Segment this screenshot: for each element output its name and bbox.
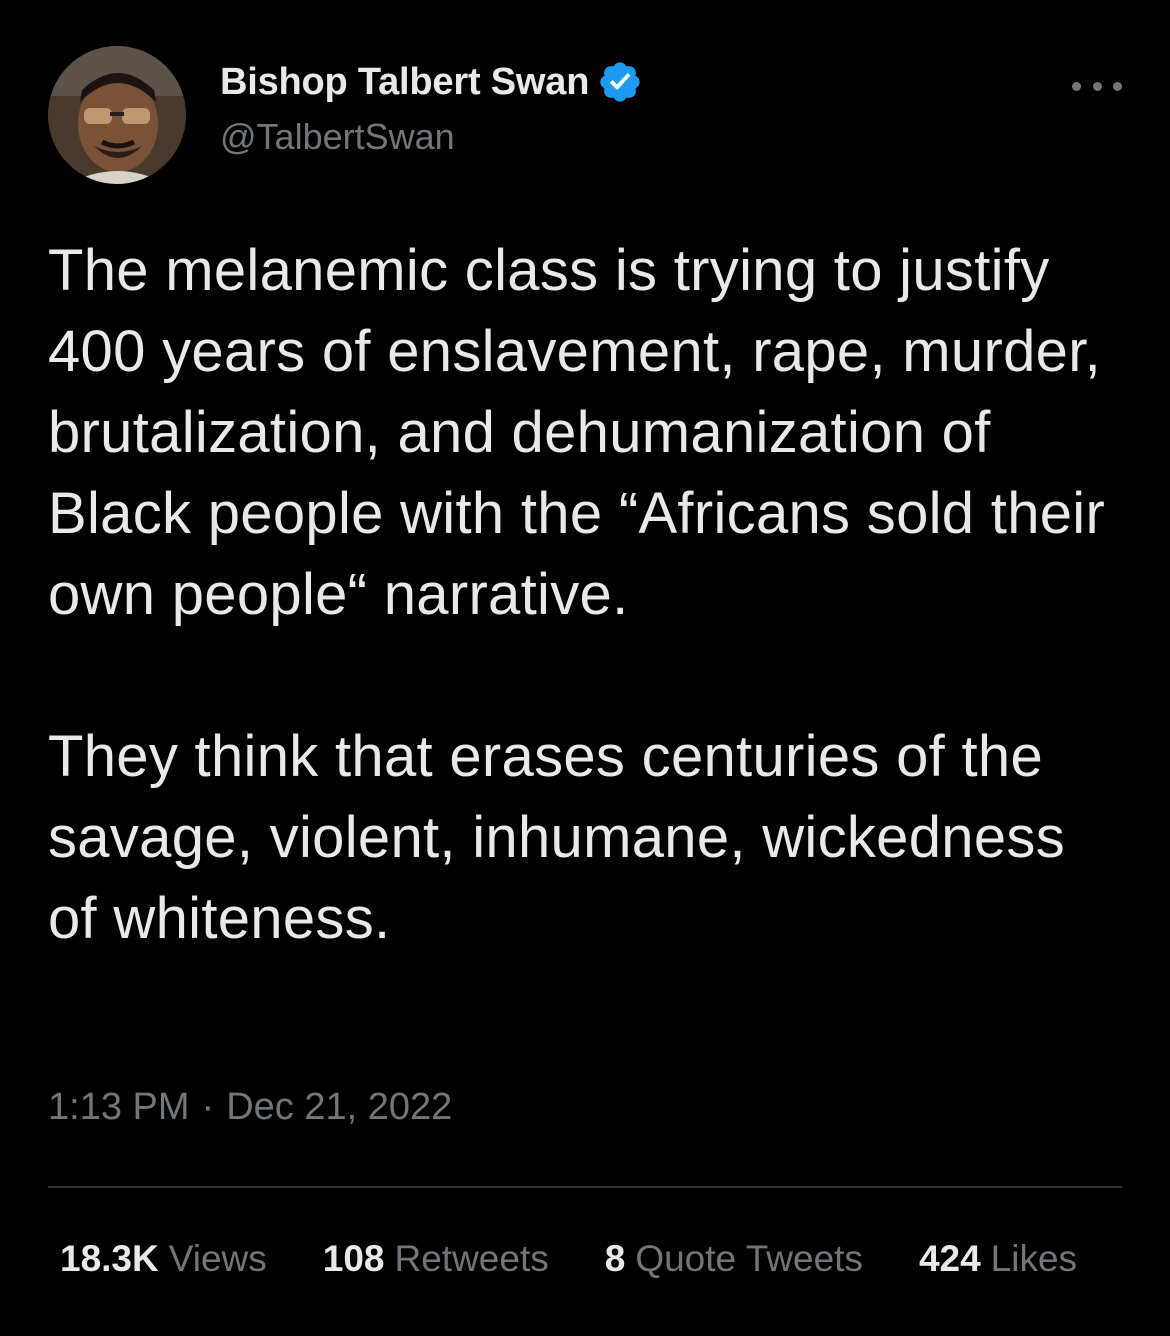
quote-tweets-label: Quote Tweets	[635, 1238, 863, 1279]
retweets-count: 108	[322, 1238, 385, 1279]
more-dot	[1113, 81, 1122, 91]
author-info: Bishop Talbert Swan @TalbertSwan	[220, 58, 643, 158]
retweets-label: Retweets	[394, 1238, 549, 1279]
avatar-image	[48, 46, 186, 184]
author-avatar[interactable]	[48, 46, 186, 184]
more-options-icon[interactable]	[1072, 74, 1122, 98]
meta-separator: ·	[201, 1086, 215, 1128]
more-dot	[1072, 81, 1081, 91]
views-label: Views	[168, 1238, 267, 1279]
author-handle[interactable]: @TalbertSwan	[220, 116, 643, 158]
likes-count: 424	[918, 1238, 981, 1279]
quote-tweets-stat[interactable]: 8 Quote Tweets	[605, 1238, 863, 1280]
likes-stat[interactable]: 424 Likes	[919, 1238, 1077, 1280]
verified-badge-icon[interactable]	[597, 59, 643, 105]
divider	[48, 1186, 1122, 1188]
likes-label: Likes	[990, 1238, 1078, 1279]
tweet-stats: 18.3K Views 108 Retweets 8 Quote Tweets 424…	[60, 1238, 1077, 1280]
tweet-timestamp[interactable]: 1:13 PM · Dec 21, 2022	[48, 1086, 452, 1129]
views-stat[interactable]: 18.3K Views	[60, 1238, 267, 1280]
quote-tweets-count: 8	[604, 1238, 626, 1279]
more-dot	[1092, 81, 1102, 91]
tweet-paragraph: They think that erases centuries of the …	[48, 724, 1066, 951]
author-display-name[interactable]: Bishop Talbert Swan	[220, 61, 589, 104]
views-count: 18.3K	[60, 1238, 159, 1279]
tweet-time: 1:13 PM	[48, 1086, 190, 1128]
retweets-stat[interactable]: 108 Retweets	[323, 1238, 549, 1280]
name-row: Bishop Talbert Swan	[220, 58, 643, 106]
tweet-text: The melanemic class is trying to justify…	[48, 230, 1128, 959]
tweet-date: Dec 21, 2022	[226, 1086, 453, 1128]
tweet-card: Bishop Talbert Swan @TalbertSwan The mel…	[0, 0, 1170, 1336]
tweet-paragraph: The melanemic class is trying to justify…	[48, 238, 1106, 627]
